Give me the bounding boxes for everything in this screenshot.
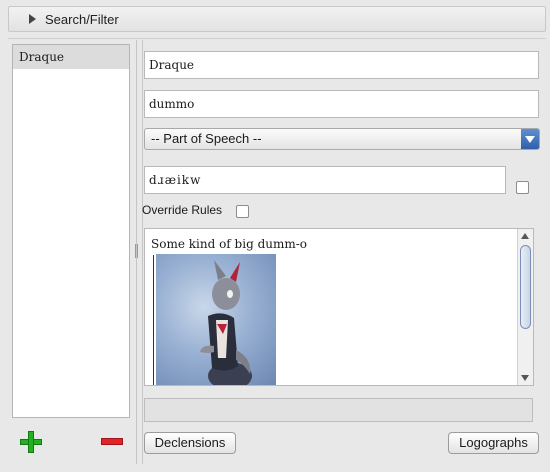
- status-bar: [144, 398, 533, 422]
- pronunciation-override-checkbox[interactable]: [516, 181, 529, 194]
- divider: [8, 38, 546, 39]
- list-item[interactable]: Draque: [13, 45, 129, 69]
- split-pane-handle[interactable]: [135, 244, 138, 258]
- scroll-up-icon[interactable]: [521, 233, 529, 239]
- plus-icon[interactable]: [20, 431, 42, 453]
- part-of-speech-value: -- Part of Speech --: [151, 131, 262, 146]
- conword-field[interactable]: Draque: [144, 51, 539, 79]
- chevron-down-icon[interactable]: [521, 129, 539, 149]
- word-list[interactable]: Draque: [12, 44, 130, 418]
- text-cursor: [153, 255, 154, 385]
- definition-scrollbar[interactable]: [517, 229, 533, 385]
- definition-editor[interactable]: Some kind of big dumm-o: [144, 228, 534, 386]
- triangle-right-icon[interactable]: [29, 14, 36, 24]
- override-rules-checkbox[interactable]: [236, 205, 249, 218]
- definition-text: Some kind of big dumm-o: [151, 237, 308, 251]
- localword-field[interactable]: dummo: [144, 90, 539, 118]
- search-filter-bar[interactable]: Search/Filter: [8, 6, 546, 32]
- divider: [142, 40, 143, 464]
- override-rules-label: Override Rules: [142, 203, 223, 217]
- part-of-speech-select[interactable]: -- Part of Speech --: [144, 128, 540, 150]
- definition-image: [156, 254, 276, 385]
- minus-icon[interactable]: [101, 438, 123, 445]
- logographs-button[interactable]: Logographs: [448, 432, 539, 454]
- declensions-button[interactable]: Declensions: [144, 432, 236, 454]
- pronunciation-field[interactable]: dɹæikw: [144, 166, 506, 194]
- scroll-down-icon[interactable]: [521, 375, 529, 381]
- search-filter-label: Search/Filter: [45, 11, 119, 27]
- scroll-thumb[interactable]: [520, 245, 531, 329]
